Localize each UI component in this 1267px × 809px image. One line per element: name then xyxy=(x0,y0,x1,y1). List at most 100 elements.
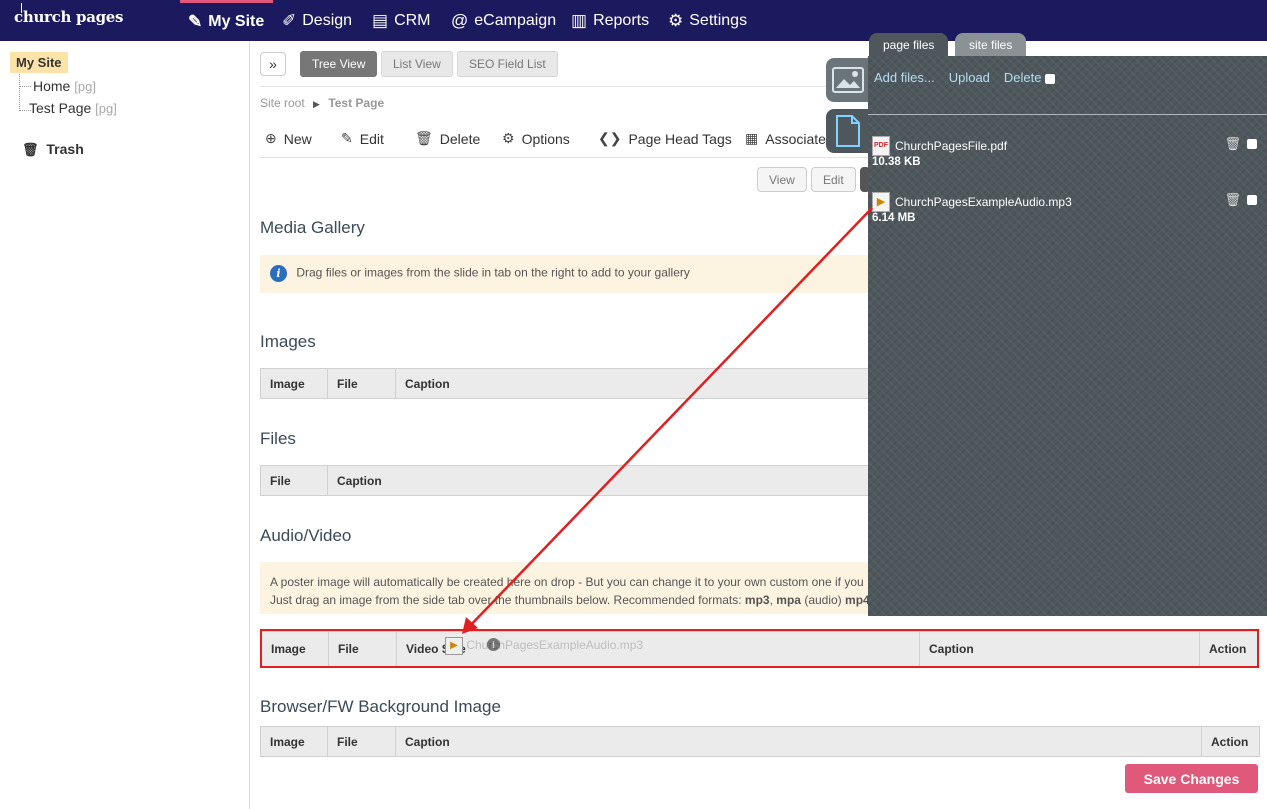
toolbar-label: Options xyxy=(521,130,570,147)
trash-icon[interactable]: 🗑 xyxy=(1224,136,1241,152)
top-nav: church pages ✎ My Site ✐ Design ▤ CRM @ … xyxy=(0,0,1267,41)
plus-circle-icon: ⊕ xyxy=(265,130,277,146)
design-icon: ✐ xyxy=(282,10,297,30)
file-size: 10.38 KB xyxy=(872,156,921,168)
breadcrumb-root[interactable]: Site root xyxy=(260,96,305,110)
note-separator: , xyxy=(769,593,773,607)
file-name-row: ▶ ChurchPagesExampleAudio.mp3 xyxy=(872,192,1072,212)
file-actions: 🗑 xyxy=(1224,136,1257,152)
file-name-row: PDF ChurchPagesFile.pdf xyxy=(872,136,1007,156)
tree-item-label: Home xyxy=(33,78,71,94)
tree-root-my-site[interactable]: My Site xyxy=(10,52,68,73)
nav-reports[interactable]: ▥ Reports xyxy=(571,0,649,41)
tab-site-files[interactable]: site files xyxy=(955,33,1027,57)
file-size: 6.14 MB xyxy=(872,212,916,224)
file-checkbox[interactable] xyxy=(1247,139,1257,149)
images-section-title: Images xyxy=(260,332,316,351)
panel-file-item[interactable]: PDF ChurchPagesFile.pdf 10.38 KB xyxy=(872,136,1007,168)
tab-seo-field-list[interactable]: SEO Field List xyxy=(457,51,558,77)
reports-icon: ▥ xyxy=(571,10,588,30)
trash-item[interactable]: 🗑 Trash xyxy=(22,141,84,158)
tab-tree-view[interactable]: Tree View xyxy=(300,51,378,77)
column-header-action: Action xyxy=(1201,726,1260,757)
nav-label: Settings xyxy=(689,11,748,29)
nav-ecampaign[interactable]: @ eCampaign xyxy=(451,0,556,41)
page-type-tag: [pg] xyxy=(95,101,117,116)
new-button[interactable]: ⊕ New xyxy=(265,130,312,147)
breadcrumb-separator-icon: ▶ xyxy=(313,99,320,109)
column-header-caption: Caption xyxy=(395,726,1202,757)
toolbar-label: New xyxy=(283,130,312,147)
panel-divider xyxy=(868,114,1267,115)
breadcrumb-current: Test Page xyxy=(328,96,385,110)
edit-button[interactable]: ✎ Edit xyxy=(341,130,384,147)
tree-item-home[interactable]: Home [pg] xyxy=(33,78,96,94)
trash-label: Trash xyxy=(46,141,84,157)
options-button[interactable]: ⚙ Options xyxy=(502,130,570,147)
select-all-checkbox[interactable] xyxy=(1045,73,1056,84)
note-format: mpa xyxy=(776,593,801,607)
file-icon xyxy=(836,115,860,147)
column-header-image: Image xyxy=(260,726,328,757)
files-side-tab[interactable] xyxy=(826,109,870,153)
file-name: ChurchPagesExampleAudio.mp3 xyxy=(895,195,1072,209)
file-checkbox[interactable] xyxy=(1247,195,1257,205)
column-header-file: File xyxy=(260,465,328,496)
double-chevron-right-icon: » xyxy=(269,56,277,72)
view-mode-button[interactable]: View xyxy=(757,167,807,192)
audio-file-icon: ▶ xyxy=(445,637,463,655)
panel-file-item[interactable]: ▶ ChurchPagesExampleAudio.mp3 6.14 MB xyxy=(872,192,1072,224)
at-icon: @ xyxy=(451,10,469,30)
edit-mode-button[interactable]: Edit xyxy=(811,167,856,192)
image-icon xyxy=(832,67,864,93)
tab-page-files[interactable]: page files xyxy=(869,33,949,57)
table-icon: ▦ xyxy=(745,130,759,146)
gear-icon: ⚙ xyxy=(668,10,684,30)
code-icon: ❮❯ xyxy=(598,130,622,146)
nav-crm[interactable]: ▤ CRM xyxy=(372,0,431,41)
associated-button[interactable]: ▦ Associated xyxy=(745,130,834,147)
note-format: mp4 xyxy=(845,593,870,607)
info-text: Drag files or images from the slide in t… xyxy=(296,265,690,280)
tree-item-test-page[interactable]: Test Page [pg] xyxy=(29,100,117,116)
note-text: Just drag an image from the side tab ove… xyxy=(270,593,742,607)
pencil-icon: ✎ xyxy=(341,130,353,146)
column-header-image: Image xyxy=(260,368,328,399)
breadcrumb: Site root ▶ Test Page xyxy=(260,96,384,110)
nav-label: Design xyxy=(302,11,353,29)
images-side-tab[interactable] xyxy=(826,58,870,102)
column-header-file: File xyxy=(327,726,396,757)
tree-item-label: Test Page xyxy=(29,100,92,116)
site-tree-sidebar: My Site Home [pg] Test Page [pg] 🗑 Trash xyxy=(0,41,250,809)
dragged-file-ghost: ▶ ChurchPagesExampleAudio.mp3 xyxy=(445,637,643,655)
audio-video-section-title: Audio/Video xyxy=(260,526,352,545)
audio-file-icon: ▶ xyxy=(872,192,890,212)
gear-icon: ⚙ xyxy=(502,130,515,146)
church-pages-logo[interactable]: church pages xyxy=(14,3,124,26)
file-slide-panel: Add files... Upload Delete PDF ChurchPag… xyxy=(868,56,1267,616)
drop-target-highlight xyxy=(260,629,1259,668)
info-icon: i xyxy=(270,265,287,282)
toolbar-label: Associated xyxy=(765,130,834,147)
delete-link[interactable]: Delete xyxy=(1004,70,1056,85)
nav-my-site[interactable]: ✎ My Site xyxy=(180,0,273,41)
tab-list-view[interactable]: List View xyxy=(381,51,453,77)
page-head-tags-button[interactable]: ❮❯ Page Head Tags xyxy=(598,130,732,147)
upload-link[interactable]: Upload xyxy=(949,70,990,85)
trash-icon[interactable]: 🗑 xyxy=(1224,192,1241,208)
delete-button[interactable]: 🗑 Delete xyxy=(415,130,480,147)
note-text: (audio) xyxy=(804,593,842,607)
nav-label: CRM xyxy=(394,11,431,29)
add-files-link[interactable]: Add files... xyxy=(874,70,935,85)
save-changes-button[interactable]: Save Changes xyxy=(1125,764,1258,793)
logo-text: church pages xyxy=(14,8,124,26)
nav-design[interactable]: ✐ Design xyxy=(282,0,352,41)
page-type-tag: [pg] xyxy=(74,79,96,94)
crm-icon: ▤ xyxy=(372,10,389,30)
pdf-file-icon: PDF xyxy=(872,136,890,156)
nav-label: eCampaign xyxy=(474,11,557,29)
expand-sidebar-button[interactable]: » xyxy=(260,52,286,76)
column-header-file: File xyxy=(327,368,396,399)
file-name: ChurchPagesFile.pdf xyxy=(895,139,1008,153)
nav-settings[interactable]: ⚙ Settings xyxy=(668,0,747,41)
